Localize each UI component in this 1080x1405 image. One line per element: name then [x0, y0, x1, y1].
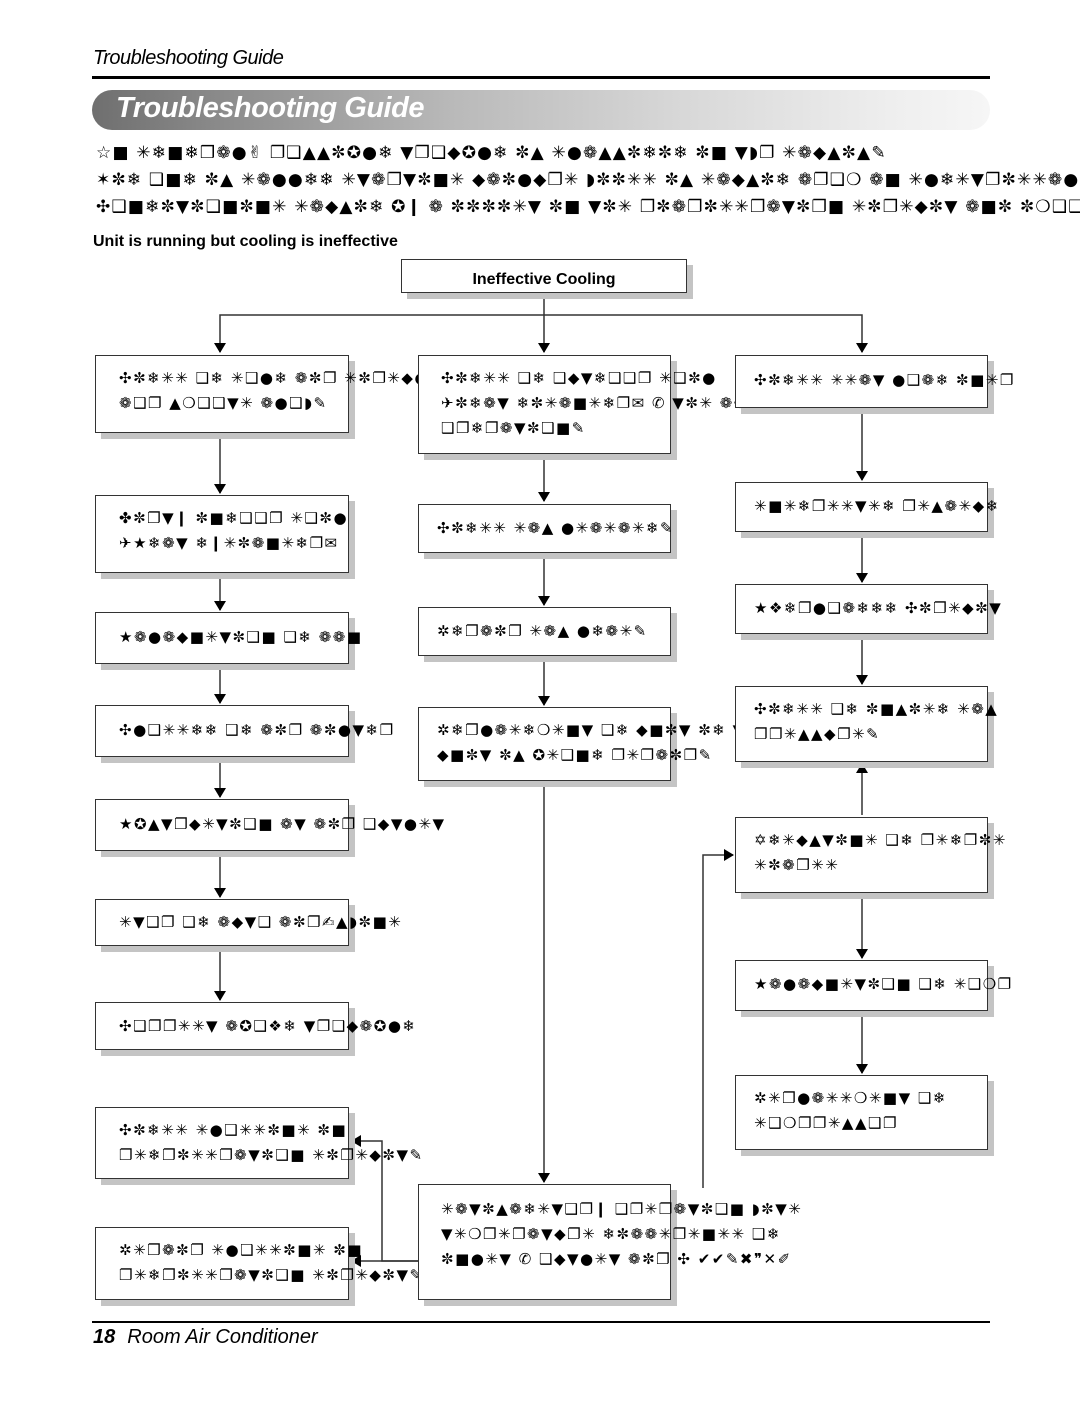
flow-text: ✣✼❄✳✳ ❑❄ ✼■▲✼✳❄ ✳❁▲ — [754, 700, 999, 718]
flow-box-right-1: ✣✼❄✳✳ ✳✳❁▼ ●❑❁❄ ✼■✳❐ — [735, 355, 1013, 408]
flow-text: ✈★❄❁▼ ❄❙✳✼❁■✳❄❐✉ — [119, 534, 339, 552]
flow-box-left-6: ✳▼❑❐ ❑❄ ❁◆▼❑ ❁✼❐✍▲◗✼■✳ — [95, 899, 401, 946]
page-footer: 18 Room Air Conditioner — [93, 1326, 318, 1349]
flow-text: ✳❁▼✼▲❁❄✳▼❑❐❙ ❑❐✳❐❁▼✼❑■ ◗✼▼✳ — [441, 1200, 803, 1218]
flow-box-middle-4: ✲❄❐●❁✳❄❍✳■▼ ❑❄ ◆■✼▼ ✼❄ ▼✼ ◆■✼▼ ✼▲ ✪✳❑■❄ … — [418, 707, 758, 781]
flow-text: ✣✼❄✳✳ ✳❁▲ ●✳❁✳❁✳❄✎ — [437, 519, 675, 537]
flow-text: ❐✳❄❐✼✳✳❐❁▼✼❑■ ✳✼❐✳◆✼▼✎ — [119, 1266, 424, 1284]
flow-box-middle-3: ✲❄❐❁✼❐ ✳❁▲ ●❄❁✳✎ — [418, 607, 671, 656]
flow-text: ✲✳❐●❁✳✳❍✳■▼ ❑❄ — [754, 1089, 947, 1107]
flow-box-right-6: ★❁●❁◆■✳▼✼❑■ ❑❄ ✳❑❍❐ — [735, 960, 1011, 1011]
flow-box-right-5: ✡❄✳◆▲▼✼■✳ ❑❄ ❐✳❄❐✼✳ ✳✼❁❐✳✳ — [735, 817, 1005, 893]
flow-text: ❑❐❄❐❁▼✼❑■✎ — [441, 419, 586, 437]
flow-box-left-4: ✣●❑✳✳❄❄ ❑❄ ❁✼❐ ❁✼●▼❄❐ — [95, 705, 393, 757]
flow-text: ✣✼❄✳✳ ❑❄ ❑◆▼❄❑❑❐ ✳❑✼● — [441, 369, 717, 387]
flow-box-left-5: ★✪▲▼❐◆✳▼✼❑■ ❁▼ ❁✼❐ ❑◆▼●✳▼ — [95, 799, 444, 851]
flow-text: ✳✼❁❐✳✳ — [754, 856, 840, 874]
flow-box-left-3: ★❁●❁◆■✳▼✼❑■ ❑❄ ❁❁■ — [95, 612, 361, 664]
flow-text: ✣✼❄✳✳ ✳●❑✳✳✼■✳ ✼■ — [119, 1121, 348, 1139]
flow-box-left-1: ✣✼❄✳✳ ❑❄ ✳❑●❄ ❁✼❐ ✳✼❐✳◆●❁▼✼✉■✳✳✳ ❑❄ ❁❑❐ … — [95, 355, 576, 433]
flow-root-label: Ineffective Cooling — [472, 271, 616, 288]
flow-text: ★❁●❁◆■✳▼✼❑■ ❑❄ ❁❁■ — [119, 628, 363, 646]
flow-text: ✳❑❍❐❐✳▲▲❑❐ — [754, 1114, 898, 1132]
flow-text: ✲✳❐❁✼❐ ✳●❑✳✳✼■✳ ✼■ — [119, 1241, 363, 1259]
flow-text: ✳■✳❄❐✳✳▼✳❄ ❐✳▲❁✳◆❄ — [754, 497, 1000, 515]
flow-text: ❐✳❄❐✼✳✳❐❁▼✼❑■ ✳✼❐✳◆✼▼✎ — [119, 1146, 424, 1164]
flow-text: ★❖❄❐●❑❁❄❄❄ ✣✼❐✳◆✼▼ — [754, 599, 1003, 617]
flow-text: ❐❐✳▲▲◆❐✳✎ — [754, 725, 881, 743]
flow-box-right-7: ✲✳❐●❁✳✳❍✳■▼ ❑❄ ✳❑❍❐❐✳▲▲❑❐ — [735, 1075, 988, 1150]
flow-text: ✣✼❄✳✳ ✳✳❁▼ ●❑❁❄ ✼■✳❐ — [754, 371, 1015, 389]
flow-text: ✼■●✳▼ ✆ ❑◆▼●✳▼ ❁✼❐ ✣ ✔✔✎✖❞✕✐ — [441, 1250, 792, 1268]
flow-box-right-3: ★❖❄❐●❑❁❄❄❄ ✣✼❐✳◆✼▼ — [735, 584, 1001, 634]
connector-to-refrigerant — [702, 849, 734, 1188]
connector-root-left — [214, 314, 544, 353]
flow-text: ✳▼❑❐ ❑❄ ❁◆▼❑ ❁✼❐✍▲◗✼■✳ — [119, 913, 403, 931]
flow-text: ★✪▲▼❐◆✳▼✼❑■ ❁▼ ❁✼❐ ❑◆▼●✳▼ — [119, 815, 446, 833]
flow-text: ✣❑❐❐✳✳▼ ❁✪❑❖❄ ▼❐❑◆❁✪●❄ — [119, 1017, 417, 1035]
flow-box-left-7: ✣❑❐❐✳✳▼ ❁✪❑❖❄ ▼❐❑◆❁✪●❄ — [95, 1002, 415, 1050]
flow-box-middle-1: ✣✼❄✳✳ ❑❄ ❑◆▼❄❑❑❐ ✳❑✼● ✈✼❄❁▼ ❄✼✳❁■✳❄❐✉ ✆ … — [418, 355, 762, 454]
flow-text: ◆■✼▼ ✼▲ ✪✳❑■❄ ❐✳❐❁✼❐✎ — [437, 746, 713, 764]
flow-text: ★❁●❁◆■✳▼✼❑■ ❑❄ ✳❑❍❐ — [754, 975, 1013, 993]
flow-text: ✲❄❐❁✼❐ ✳❁▲ ●❄❁✳✎ — [437, 622, 648, 640]
flow-box-left-8: ✣✼❄✳✳ ✳●❑✳✳✼■✳ ✼■ ❐✳❄❐✼✳✳❐❁▼✼❑■ ✳✼❐✳◆✼▼✎ — [95, 1107, 422, 1179]
footer-title: Room Air Conditioner — [127, 1326, 318, 1348]
flow-text: ✡❄✳◆▲▼✼■✳ ❑❄ ❐✳❄❐✼✳ — [754, 831, 1007, 849]
flow-text: ▼✳❍❐✳❐❁▼◆❐✳ ❄✼❁❁✳❐✳■✳✳ ❑❄ — [441, 1225, 781, 1243]
flow-text: ✣●❑✳✳❄❄ ❑❄ ❁✼❐ ❁✼●▼❄❐ — [119, 721, 395, 739]
page-number: 18 — [93, 1326, 116, 1348]
flow-box-middle-2: ✣✼❄✳✳ ✳❁▲ ●✳❁✳❁✳❄✎ — [418, 504, 675, 553]
flow-box-middle-5: ✳❁▼✼▲❁❄✳▼❑❐❙ ❑❐✳❐❁▼✼❑■ ◗✼▼✳ ▼✳❍❐✳❐❁▼◆❐✳ … — [418, 1184, 801, 1300]
flow-box-left-9: ✲✳❐❁✼❐ ✳●❑✳✳✼■✳ ✼■ ❐✳❄❐✼✳✳❐❁▼✼❑■ ✳✼❐✳◆✼▼… — [95, 1227, 422, 1300]
flow-box-left-2: ✤✼❐▼❙ ✼■❄❑❑❐ ✳❑✼● ✈★❄❁▼ ❄❙✳✼❁■✳❄❐✉ — [95, 495, 349, 573]
footer-rule — [92, 1321, 990, 1323]
flow-text: ✈✼❄❁▼ ❄✼✳❁■✳❄❐✉ ✆ ▼✼✳ ❁❁■ — [441, 394, 764, 412]
flow-text: ❁❑❐ ▲❍❑❑▼✳ ❁●❑◗✎ — [119, 394, 328, 412]
connector-root-right — [544, 314, 868, 353]
flow-text: ✤✼❐▼❙ ✼■❄❑❑❐ ✳❑✼● — [119, 509, 349, 527]
flow-box-right-4: ✣✼❄✳✳ ❑❄ ✼■▲✼✳❄ ✳❁▲ ❐❐✳▲▲◆❐✳✎ — [735, 686, 997, 762]
flow-text: ✲❄❐●❁✳❄❍✳■▼ ❑❄ ◆■✼▼ ✼❄ ▼✼ — [437, 721, 760, 739]
flow-root-box: Ineffective Cooling — [401, 259, 687, 293]
flow-box-right-2: ✳■✳❄❐✳✳▼✳❄ ❐✳▲❁✳◆❄ — [735, 482, 998, 532]
